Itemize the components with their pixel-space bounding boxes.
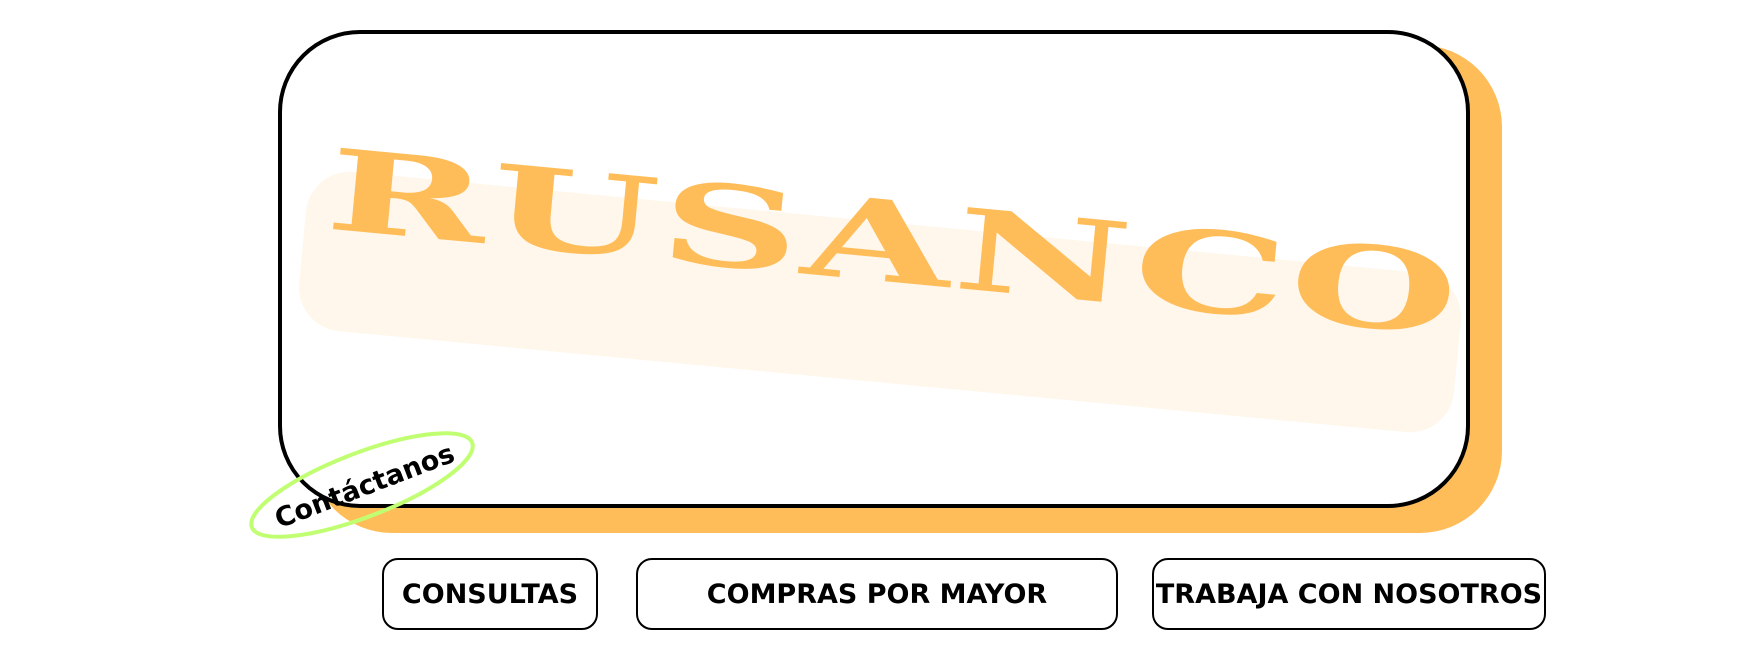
brand-logo: RUSANCO — [322, 124, 1467, 362]
contact-badge[interactable]: Contáctanos — [240, 431, 484, 539]
trabaja-con-nosotros-button[interactable]: TRABAJA CON NOSOTROS — [1152, 558, 1546, 630]
consultas-button[interactable]: CONSULTAS — [382, 558, 598, 630]
compras-por-mayor-button[interactable]: COMPRAS POR MAYOR — [636, 558, 1118, 630]
